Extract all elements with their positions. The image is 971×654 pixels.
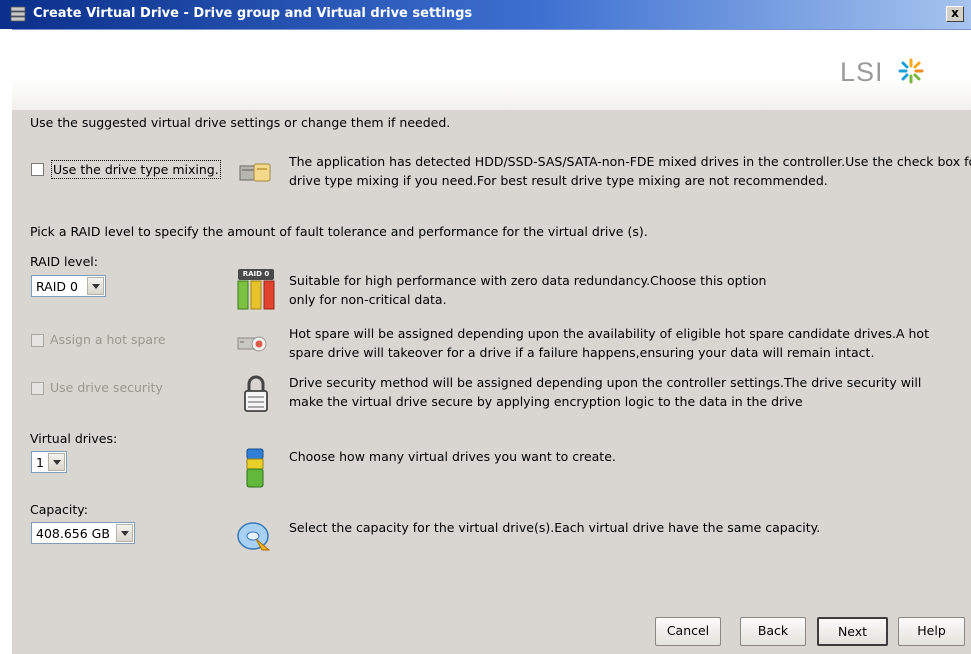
chevron-down-icon[interactable] (48, 453, 65, 471)
logo-text: LSI (840, 57, 884, 87)
virtual-drives-description: Choose how many virtual drives you want … (289, 449, 616, 464)
intro-text: Use the suggested virtual drive settings… (30, 115, 451, 130)
window-border (0, 29, 12, 654)
help-button[interactable]: Help (898, 617, 965, 646)
raid-level-description-1: Suitable for high performance with zero … (289, 273, 767, 288)
virtual-drives-select[interactable]: 1 (31, 451, 67, 473)
logo-star-icon (898, 58, 924, 84)
mixed-drives-icon (239, 163, 271, 182)
raid-level-icon: RAID 0 (236, 269, 276, 311)
close-icon: x (951, 6, 959, 20)
drive-security-label[interactable]: Use drive security (50, 379, 163, 396)
drive-type-mixing-description-1: The application has detected HDD/SSD-SAS… (289, 154, 971, 169)
virtual-drives-label: Virtual drives: (30, 431, 118, 446)
title-bar[interactable]: Create Virtual Drive - Drive group and V… (0, 0, 971, 30)
capacity-label: Capacity: (30, 502, 88, 517)
hot-spare-description-1: Hot spare will be assigned depending upo… (289, 326, 929, 341)
hot-spare-checkbox[interactable] (31, 334, 44, 347)
app-icon (10, 6, 26, 22)
cancel-button[interactable]: Cancel (655, 617, 721, 646)
chevron-down-icon[interactable] (116, 524, 133, 542)
next-button[interactable]: Next (817, 617, 888, 646)
raid-level-label: RAID level: (30, 254, 98, 269)
drive-type-mixing-checkbox[interactable] (31, 163, 44, 176)
raid-level-value: RAID 0 (36, 279, 78, 294)
hot-spare-label[interactable]: Assign a hot spare (50, 331, 166, 348)
hot-spare-icon (237, 336, 267, 352)
drive-type-mixing-description-2: drive type mixing if you need.For best r… (289, 173, 828, 188)
capacity-select[interactable]: 408.656 GB (31, 522, 135, 544)
chevron-down-icon[interactable] (87, 277, 104, 295)
back-button[interactable]: Back (740, 617, 806, 646)
raid-level-select[interactable]: RAID 0 (31, 275, 106, 297)
raid-intro-text: Pick a RAID level to specify the amount … (30, 224, 648, 239)
hot-spare-description-2: spare drive will takeover for a drive if… (289, 345, 875, 360)
virtual-drives-value: 1 (36, 455, 44, 470)
header-banner: LSI (12, 30, 971, 110)
drive-type-mixing-label[interactable]: Use the drive type mixing. (51, 160, 221, 179)
drive-security-description-2: make the virtual drive secure by applyin… (289, 394, 803, 409)
virtual-drives-icon (246, 448, 264, 488)
close-button[interactable]: x (946, 6, 964, 22)
capacity-description: Select the capacity for the virtual driv… (289, 520, 821, 535)
raid-level-description-2: only for non-critical data. (289, 292, 447, 307)
window-title: Create Virtual Drive - Drive group and V… (33, 6, 473, 21)
drive-security-description-1: Drive security method will be assigned d… (289, 375, 922, 390)
capacity-icon (237, 522, 271, 551)
capacity-value: 408.656 GB (36, 526, 110, 541)
lock-icon (244, 375, 268, 412)
drive-security-checkbox[interactable] (31, 382, 44, 395)
